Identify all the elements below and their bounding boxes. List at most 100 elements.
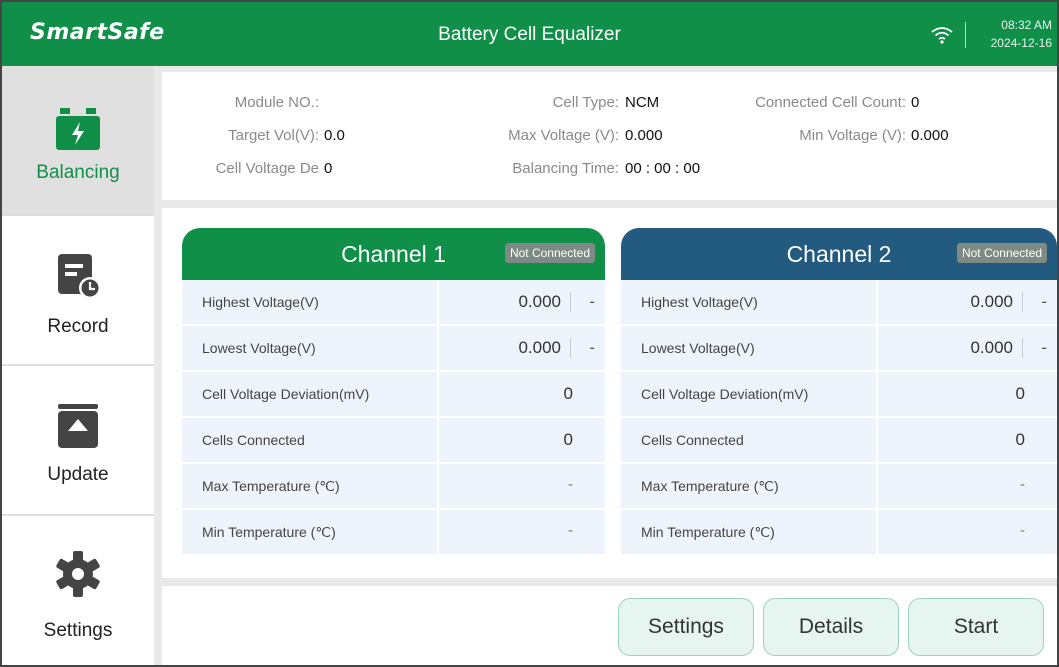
start-button[interactable]: Start — [908, 598, 1044, 656]
min-temperature-value: - — [568, 522, 573, 539]
connected-count-value: 0 — [911, 94, 920, 111]
settings-button[interactable]: Settings — [618, 598, 754, 656]
table-row: Cell Voltage Deviation(mV) 0 — [621, 372, 1057, 418]
target-vol-value: 0.0 — [324, 127, 345, 144]
value-separator — [1022, 338, 1023, 358]
row-divider — [437, 464, 439, 508]
channel-2-header: Channel 2 Not Connected — [621, 228, 1057, 280]
lowest-voltage-value: 0.000 — [970, 338, 1013, 357]
cell-type-label: Cell Type: — [552, 94, 619, 111]
table-row: Lowest Voltage(V) 0.000 - — [621, 326, 1057, 372]
row-divider — [876, 326, 878, 370]
battery-charging-icon — [56, 108, 100, 150]
max-voltage-label: Max Voltage (V): — [508, 127, 619, 144]
upload-icon — [58, 404, 98, 448]
max-temperature-label: Max Temperature (℃) — [641, 478, 779, 494]
record-clock-icon — [58, 254, 101, 299]
table-row: Min Temperature (℃) - — [621, 510, 1057, 556]
row-divider — [876, 510, 878, 554]
min-temperature-label: Min Temperature (℃) — [641, 524, 775, 540]
max-temperature-value: - — [568, 476, 573, 493]
sidebar-item-label: Record — [47, 316, 109, 337]
row-divider — [437, 280, 439, 324]
cells-connected-label: Cells Connected — [641, 432, 744, 448]
cell-deviation-value: 0 — [1015, 384, 1025, 403]
sidebar-item-label: Settings — [43, 620, 113, 641]
lowest-voltage-cell: - — [589, 338, 595, 357]
app-title: Battery Cell Equalizer — [438, 24, 621, 45]
header-divider — [965, 22, 966, 48]
channel-2-card: Channel 2 Not Connected Highest Voltage(… — [621, 228, 1057, 556]
app-window: SmartSafe Battery Cell Equalizer 08:32 A… — [0, 0, 1059, 667]
sidebar-item-label: Update — [47, 464, 109, 485]
highest-voltage-cell: - — [589, 292, 595, 311]
lowest-voltage-value: 0.000 — [518, 338, 561, 357]
highest-voltage-cell: - — [1041, 292, 1047, 311]
channel-1-header: Channel 1 Not Connected — [182, 228, 605, 280]
channel-2-status-badge: Not Connected — [956, 243, 1047, 263]
sidebar-item-update[interactable]: Update — [2, 366, 154, 516]
highest-voltage-label: Highest Voltage(V) — [641, 294, 758, 310]
target-vol-label: Target Vol(V): — [228, 127, 319, 144]
sidebar-item-record[interactable]: Record — [2, 216, 154, 366]
cell-type-value: NCM — [625, 94, 660, 111]
value-separator — [570, 292, 571, 312]
min-temperature-value: - — [1020, 522, 1025, 539]
cells-connected-value: 0 — [563, 430, 573, 449]
row-divider — [876, 418, 878, 462]
clock-time: 08:32 AM — [1001, 18, 1052, 32]
channels-panel: Channel 1 Not Connected Highest Voltage(… — [162, 208, 1057, 578]
wifi-icon — [931, 27, 953, 44]
table-row: Max Temperature (℃) - — [182, 464, 605, 510]
cells-connected-label: Cells Connected — [202, 432, 305, 448]
highest-voltage-value: 0.000 — [970, 292, 1013, 311]
sidebar-item-balancing[interactable]: Balancing — [2, 66, 154, 216]
cell-deviation-label: Cell Voltage De — [215, 160, 319, 177]
channel-1-status-badge: Not Connected — [504, 243, 595, 263]
value-separator — [570, 338, 571, 358]
highest-voltage-value: 0.000 — [518, 292, 561, 311]
row-divider — [437, 372, 439, 416]
row-divider — [876, 280, 878, 324]
table-row: Cells Connected 0 — [621, 418, 1057, 464]
row-divider — [437, 510, 439, 554]
max-temperature-label: Max Temperature (℃) — [202, 478, 340, 494]
table-row: Cells Connected 0 — [182, 418, 605, 464]
min-voltage-value: 0.000 — [911, 127, 949, 144]
table-row: Highest Voltage(V) 0.000 - — [182, 280, 605, 326]
clock: 08:32 AM 2024-12-16 — [972, 16, 1052, 52]
sidebar-item-settings[interactable]: Settings — [2, 516, 154, 665]
balancing-time-value: 00 : 00 : 00 — [625, 160, 701, 177]
sidebar: Balancing Record Update Settings — [2, 66, 154, 665]
cell-deviation-label: Cell Voltage Deviation(mV) — [641, 386, 809, 402]
clock-date: 2024-12-16 — [990, 36, 1052, 50]
table-row: Highest Voltage(V) 0.000 - — [621, 280, 1057, 326]
cells-connected-value: 0 — [1015, 430, 1025, 449]
balancing-time-label: Balancing Time: — [512, 160, 619, 177]
cell-deviation-value: 0 — [324, 160, 333, 177]
highest-voltage-label: Highest Voltage(V) — [202, 294, 319, 310]
lowest-voltage-label: Lowest Voltage(V) — [202, 340, 316, 356]
channel-1-card: Channel 1 Not Connected Highest Voltage(… — [182, 228, 605, 556]
row-divider — [876, 464, 878, 508]
table-row: Lowest Voltage(V) 0.000 - — [182, 326, 605, 372]
lowest-voltage-label: Lowest Voltage(V) — [641, 340, 755, 356]
details-button[interactable]: Details — [763, 598, 899, 656]
row-divider — [876, 372, 878, 416]
cell-deviation-label: Cell Voltage Deviation(mV) — [202, 386, 370, 402]
row-divider — [437, 418, 439, 462]
table-row: Cell Voltage Deviation(mV) 0 — [182, 372, 605, 418]
value-separator — [1022, 292, 1023, 312]
row-divider — [437, 326, 439, 370]
cell-deviation-value: 0 — [563, 384, 573, 403]
top-bar: SmartSafe Battery Cell Equalizer 08:32 A… — [2, 2, 1057, 66]
table-row: Max Temperature (℃) - — [621, 464, 1057, 510]
max-temperature-value: - — [1020, 476, 1025, 493]
action-bar: Settings Details Start — [162, 586, 1057, 665]
min-temperature-label: Min Temperature (℃) — [202, 524, 336, 540]
min-voltage-label: Min Voltage (V): — [799, 127, 906, 144]
max-voltage-value: 0.000 — [625, 127, 663, 144]
table-row: Min Temperature (℃) - — [182, 510, 605, 556]
lowest-voltage-cell: - — [1041, 338, 1047, 357]
gear-icon — [56, 551, 100, 597]
